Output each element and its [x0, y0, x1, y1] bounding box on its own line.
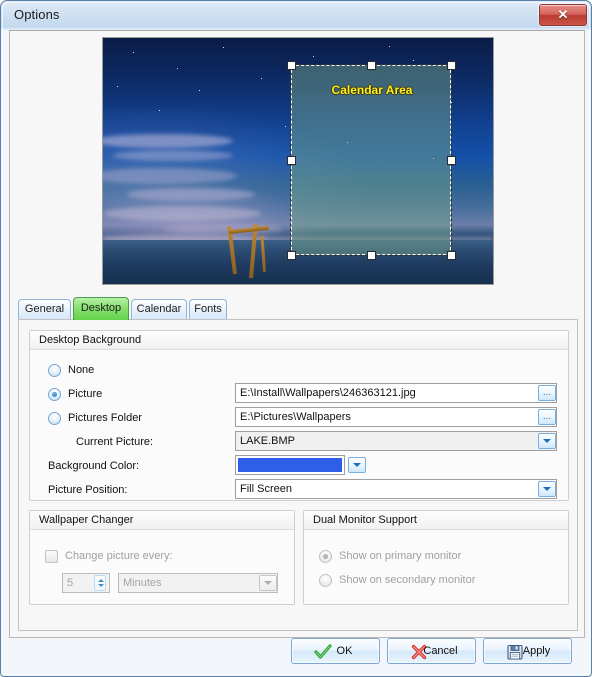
- ellipsis-icon: ...: [542, 387, 552, 398]
- group-dual-monitor-support: Dual Monitor Support Show on primary mon…: [303, 510, 569, 605]
- picture-position-label: Picture Position:: [48, 484, 128, 496]
- resize-handle-ne[interactable]: [447, 61, 456, 70]
- apply-button[interactable]: Apply: [483, 638, 572, 664]
- interval-spinner-buttons[interactable]: [94, 575, 106, 591]
- chevron-down-icon: [543, 439, 551, 443]
- calendar-area-label: Calendar Area: [331, 83, 413, 97]
- change-picture-label: Change picture every:: [65, 550, 173, 562]
- spinner-down-icon[interactable]: [98, 584, 104, 587]
- tab-general[interactable]: General: [18, 299, 71, 319]
- radio-picture[interactable]: [48, 388, 61, 401]
- radio-secondary-monitor-label: Show on secondary monitor: [339, 574, 476, 586]
- resize-handle-e[interactable]: [447, 156, 456, 165]
- background-color-dropdown-button[interactable]: [348, 457, 366, 473]
- radio-picture-dot: [52, 392, 57, 397]
- radio-pictures-folder-label: Pictures Folder: [68, 412, 142, 424]
- interval-unit-dropdown-button[interactable]: [259, 575, 277, 591]
- tab-calendar[interactable]: Calendar: [131, 299, 187, 319]
- chevron-down-icon-2: [353, 463, 361, 467]
- close-icon: ✕: [557, 7, 569, 22]
- cancel-button-label: Cancel: [423, 645, 458, 657]
- radio-none[interactable]: [48, 364, 61, 377]
- picture-path-input[interactable]: E:\Install\Wallpapers\246363121.jpg: [235, 383, 557, 403]
- picture-position-dropdown-button[interactable]: [538, 481, 556, 497]
- browse-picture-button[interactable]: ...: [538, 385, 556, 401]
- current-picture-label: Current Picture:: [76, 436, 154, 448]
- dialog-client-area: Calendar Area General Desktop Calendar F…: [9, 30, 585, 638]
- calendar-area-selection[interactable]: Calendar Area: [290, 64, 452, 256]
- resize-handle-w[interactable]: [287, 156, 296, 165]
- ellipsis-icon-2: ...: [542, 411, 552, 422]
- group-desktop-background-title: Desktop Background: [30, 331, 568, 350]
- window-title: Options: [14, 7, 60, 22]
- close-button[interactable]: ✕: [539, 4, 587, 26]
- chevron-down-icon-3: [543, 487, 551, 491]
- tab-fonts[interactable]: Fonts: [189, 299, 227, 319]
- current-picture-dropdown-button[interactable]: [538, 433, 556, 449]
- radio-none-label: None: [68, 364, 95, 376]
- interval-unit-combo[interactable]: Minutes: [118, 573, 278, 593]
- chevron-down-icon-4: [264, 581, 272, 585]
- cancel-button[interactable]: Cancel: [387, 638, 476, 664]
- browse-folder-button[interactable]: ...: [538, 409, 556, 425]
- tab-panel-desktop: Desktop Background None Picture Pictures…: [18, 319, 578, 631]
- ok-button[interactable]: OK: [291, 638, 380, 664]
- radio-primary-monitor[interactable]: [319, 550, 332, 563]
- options-dialog-window: Options ✕ Calendar Area General Desktop …: [0, 0, 592, 677]
- resize-handle-sw[interactable]: [287, 251, 296, 260]
- background-color-swatch[interactable]: [235, 455, 345, 475]
- title-bar: Options ✕: [1, 1, 591, 30]
- group-desktop-background: Desktop Background None Picture Pictures…: [29, 330, 569, 501]
- spinner-up-icon[interactable]: [98, 579, 104, 582]
- pictures-folder-input[interactable]: E:\Pictures\Wallpapers: [235, 407, 557, 427]
- apply-button-label: Apply: [522, 645, 551, 657]
- resize-handle-nw[interactable]: [287, 61, 296, 70]
- group-wallpaper-changer-title: Wallpaper Changer: [30, 511, 294, 530]
- background-color-fill: [238, 458, 342, 472]
- resize-handle-s[interactable]: [367, 251, 376, 260]
- group-wallpaper-changer: Wallpaper Changer Change picture every: …: [29, 510, 295, 605]
- radio-primary-monitor-dot: [323, 554, 328, 559]
- change-picture-checkbox[interactable]: [45, 550, 58, 563]
- group-dual-monitor-title: Dual Monitor Support: [304, 511, 568, 530]
- tab-strip: General Desktop Calendar Fonts: [18, 297, 578, 320]
- wallpaper-preview[interactable]: Calendar Area: [102, 37, 494, 285]
- radio-pictures-folder[interactable]: [48, 412, 61, 425]
- current-picture-combo[interactable]: LAKE.BMP: [235, 431, 557, 451]
- tab-desktop[interactable]: Desktop: [73, 297, 129, 320]
- radio-primary-monitor-label: Show on primary monitor: [339, 550, 462, 562]
- radio-secondary-monitor[interactable]: [319, 574, 332, 587]
- picture-position-combo[interactable]: Fill Screen: [235, 479, 557, 499]
- background-color-label: Background Color:: [48, 460, 140, 472]
- radio-picture-label: Picture: [68, 388, 103, 400]
- resize-handle-n[interactable]: [367, 61, 376, 70]
- resize-handle-se[interactable]: [447, 251, 456, 260]
- ok-button-label: OK: [336, 645, 353, 657]
